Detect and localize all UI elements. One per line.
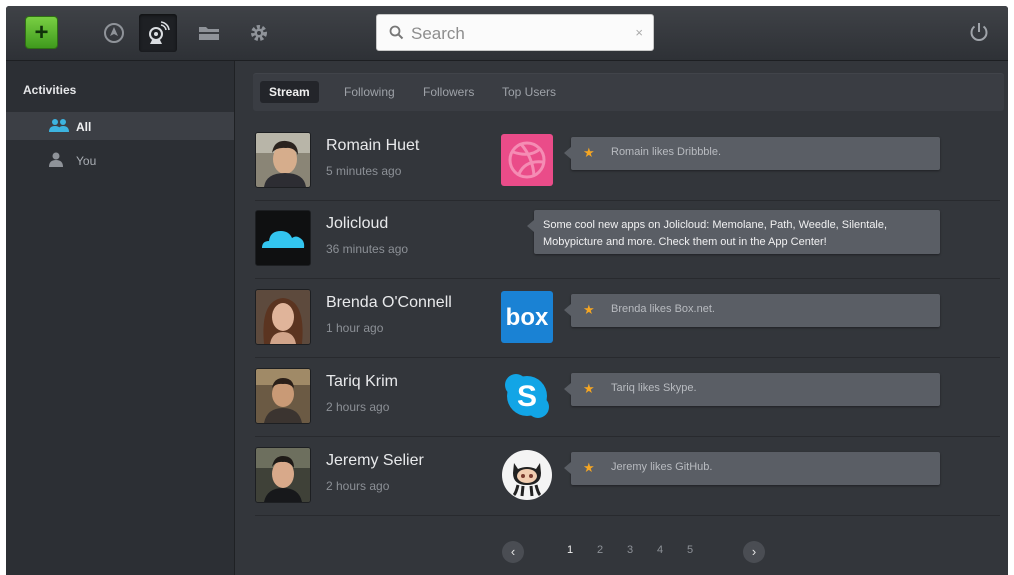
skype-icon: S: [505, 374, 549, 418]
avatar[interactable]: [255, 447, 311, 503]
search-box: ×: [376, 14, 654, 52]
page-4[interactable]: 4: [657, 544, 663, 556]
avatar[interactable]: [255, 368, 311, 424]
app-window: + Search × Activities All You Stream Fol…: [6, 6, 1008, 575]
social-button[interactable]: [139, 14, 177, 52]
github-icon: [502, 450, 552, 500]
activity-bubble: ★ Tariq likes Skype.: [564, 373, 940, 406]
apps-icon: [104, 23, 124, 43]
activity-text: Some cool new apps on Jolicloud: Memolan…: [543, 219, 888, 248]
timestamp: 36 minutes ago: [326, 242, 409, 256]
skype-app[interactable]: S: [501, 370, 553, 422]
pagination: ‹ 1 2 3 4 5 ›: [235, 541, 1008, 565]
star-icon: ★: [583, 302, 595, 317]
star-icon: ★: [583, 381, 595, 396]
sidebar: Activities All You: [6, 61, 235, 575]
files-button[interactable]: [190, 14, 228, 52]
activity-bubble: Some cool new apps on Jolicloud: Memolan…: [527, 210, 940, 254]
activity-text: Tariq likes Skype.: [611, 382, 697, 394]
timestamp: 2 hours ago: [326, 400, 390, 414]
search-input[interactable]: [409, 15, 633, 52]
users-icon: [49, 119, 69, 132]
activity-bubble: ★ Romain likes Dribbble.: [564, 137, 940, 170]
page-3[interactable]: 3: [627, 544, 633, 556]
stream-row: Brenda O'Connell 1 hour ago box ★ Brenda…: [255, 279, 1000, 358]
user-name[interactable]: Jolicloud: [326, 215, 388, 233]
sidebar-item-label: All: [76, 120, 92, 134]
activity-text: Romain likes Dribbble.: [611, 146, 722, 158]
page-2[interactable]: 2: [597, 544, 603, 556]
user-name[interactable]: Tariq Krim: [326, 373, 398, 391]
activity-text: Brenda likes Box.net.: [611, 303, 715, 315]
tab-followers[interactable]: Followers: [414, 81, 483, 103]
next-page-button[interactable]: ›: [743, 541, 765, 563]
cloud-icon: [256, 211, 310, 265]
sidebar-item-you[interactable]: You: [6, 146, 234, 174]
main-panel: Stream Following Followers Top Users Rom…: [235, 61, 1008, 575]
user-icon: [49, 152, 63, 167]
timestamp: 2 hours ago: [326, 479, 390, 493]
user-name[interactable]: Romain Huet: [326, 137, 419, 155]
star-icon: ★: [583, 145, 595, 160]
sidebar-title: Activities: [23, 83, 77, 97]
tab-stream[interactable]: Stream: [260, 81, 319, 103]
activity-bubble: ★ Jeremy likes GitHub.: [564, 452, 940, 485]
apps-button[interactable]: [95, 14, 133, 52]
tab-following[interactable]: Following: [335, 81, 404, 103]
dribbble-icon: [501, 134, 553, 186]
settings-icon: [251, 25, 267, 41]
dribbble-app[interactable]: [501, 134, 553, 186]
star-icon: ★: [583, 460, 595, 475]
stream-row: Jeremy Selier 2 hours ago ★ Jeremy likes…: [255, 437, 1000, 516]
avatar[interactable]: [255, 132, 311, 188]
page-5[interactable]: 5: [687, 544, 693, 556]
timestamp: 1 hour ago: [326, 321, 384, 335]
tab-top-users[interactable]: Top Users: [493, 81, 565, 103]
clear-search-icon[interactable]: ×: [635, 25, 643, 40]
search-icon: [389, 25, 404, 40]
stream-row: Jolicloud 36 minutes ago Some cool new a…: [255, 200, 1000, 279]
user-name[interactable]: Jeremy Selier: [326, 452, 424, 470]
activity-text: Jeremy likes GitHub.: [611, 461, 713, 473]
user-name[interactable]: Brenda O'Connell: [326, 294, 452, 312]
avatar[interactable]: [255, 289, 311, 345]
box-app[interactable]: box: [501, 291, 553, 343]
top-toolbar: + Search ×: [6, 6, 1008, 61]
power-icon[interactable]: [968, 21, 990, 43]
settings-button[interactable]: [240, 14, 278, 52]
page-1[interactable]: 1: [567, 544, 573, 556]
sidebar-item-label: You: [76, 154, 97, 168]
timestamp: 5 minutes ago: [326, 164, 402, 178]
sidebar-item-all[interactable]: All: [6, 112, 234, 140]
svg-text:S: S: [517, 380, 537, 413]
add-icon: +: [34, 18, 49, 46]
avatar[interactable]: [255, 210, 311, 266]
folder-icon: [199, 27, 219, 40]
stream-row: Tariq Krim 2 hours ago S ★ Tariq likes S…: [255, 358, 1000, 437]
social-icon: [149, 21, 170, 44]
add-button[interactable]: +: [25, 16, 58, 49]
github-app[interactable]: [501, 449, 553, 501]
activity-bubble: ★ Brenda likes Box.net.: [564, 294, 940, 327]
box-icon: box: [501, 291, 553, 343]
prev-page-button[interactable]: ‹: [502, 541, 524, 563]
stream-tabs: Stream Following Followers Top Users: [253, 73, 1004, 111]
stream-row: Romain Huet 5 minutes ago ★ Romain likes…: [255, 122, 1000, 201]
svg-text:box: box: [506, 304, 549, 331]
